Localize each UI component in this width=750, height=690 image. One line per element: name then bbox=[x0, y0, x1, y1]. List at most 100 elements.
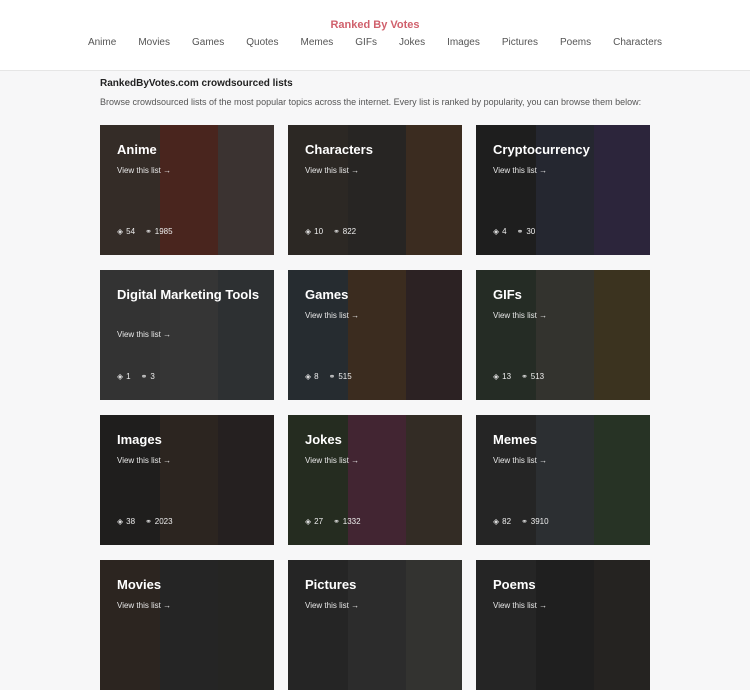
view-list-link[interactable]: View this list → bbox=[117, 601, 171, 610]
view-list-link[interactable]: View this list → bbox=[493, 166, 547, 175]
lists-count: ◈ 10 bbox=[305, 227, 323, 236]
card-stats: ◈ 54 ⚭ 1985 bbox=[117, 227, 173, 236]
layers-icon: ◈ bbox=[305, 371, 312, 381]
lists-count-value: 1 bbox=[126, 372, 131, 381]
nav-link-poems[interactable]: Poems bbox=[560, 37, 591, 48]
card-title: Movies bbox=[117, 577, 162, 592]
lists-count: ◈ 1 bbox=[117, 372, 131, 381]
lists-count-value: 13 bbox=[502, 372, 512, 381]
category-card-movies[interactable]: Movies View this list → bbox=[100, 560, 274, 690]
card-title: Games bbox=[305, 287, 349, 302]
category-card-characters[interactable]: Characters View this list → ◈ 10 ⚭ 822 bbox=[288, 125, 462, 255]
links-count-value: 513 bbox=[530, 372, 545, 381]
view-list-link[interactable]: View this list → bbox=[305, 166, 359, 175]
lists-count: ◈ 38 bbox=[117, 517, 135, 526]
links-count: ⚭ 2023 bbox=[145, 517, 173, 526]
main-nav: Anime Movies Games Quotes Memes GIFs Jok… bbox=[0, 37, 750, 48]
category-card-games[interactable]: Games View this list → ◈ 8 ⚭ 515 bbox=[288, 270, 462, 400]
card-title: Digital Marketing Tools bbox=[117, 287, 260, 302]
view-list-link[interactable]: View this list → bbox=[493, 601, 547, 610]
view-list-link[interactable]: View this list → bbox=[305, 311, 359, 320]
link-icon: ⚭ bbox=[516, 226, 524, 236]
lists-count-value: 38 bbox=[126, 517, 136, 526]
category-card-digital-marketing-tools[interactable]: Digital Marketing Tools View this list → ◈… bbox=[100, 270, 274, 400]
view-list-link[interactable]: View this list → bbox=[305, 601, 359, 610]
view-list-link[interactable]: View this list → bbox=[305, 456, 359, 465]
layers-icon: ◈ bbox=[117, 516, 124, 526]
page-description: Browse crowdsourced lists of the most po… bbox=[100, 97, 642, 107]
card-title: Characters bbox=[305, 142, 373, 157]
nav-link-quotes[interactable]: Quotes bbox=[246, 37, 278, 48]
card-title: Memes bbox=[493, 432, 538, 447]
site-logo-link[interactable]: Ranked By Votes bbox=[0, 19, 750, 31]
card-stats: ◈ 8 ⚭ 515 bbox=[305, 372, 352, 381]
nav-link-pictures[interactable]: Pictures bbox=[502, 37, 538, 48]
category-card-jokes[interactable]: Jokes View this list → ◈ 27 ⚭ 1332 bbox=[288, 415, 462, 545]
card-stats: ◈ 82 ⚭ 3910 bbox=[493, 517, 549, 526]
view-list-link[interactable]: View this list → bbox=[493, 456, 547, 465]
category-card-anime[interactable]: Anime View this list → ◈ 54 ⚭ 1985 bbox=[100, 125, 274, 255]
card-stats: ◈ 38 ⚭ 2023 bbox=[117, 517, 173, 526]
lists-count-value: 8 bbox=[314, 372, 319, 381]
nav-link-images[interactable]: Images bbox=[447, 37, 480, 48]
layers-icon: ◈ bbox=[493, 226, 500, 236]
site-header: Ranked By Votes Anime Movies Games Quote… bbox=[0, 0, 750, 71]
card-title: GIFs bbox=[493, 287, 522, 302]
card-stats: ◈ 4 ⚭ 30 bbox=[493, 227, 535, 236]
nav-link-jokes[interactable]: Jokes bbox=[399, 37, 425, 48]
view-list-link[interactable]: View this list → bbox=[117, 330, 171, 339]
link-icon: ⚭ bbox=[521, 516, 528, 526]
card-stats: ◈ 1 ⚭ 3 bbox=[117, 372, 155, 381]
link-icon: ⚭ bbox=[333, 226, 340, 236]
links-count: ⚭ 513 bbox=[521, 372, 544, 381]
links-count: ⚭ 1985 bbox=[145, 227, 173, 236]
card-stats: ◈ 13 ⚭ 513 bbox=[493, 372, 544, 381]
category-card-cryptocurrency[interactable]: Cryptocurrency View this list → ◈ 4 ⚭ 30 bbox=[476, 125, 650, 255]
nav-link-anime[interactable]: Anime bbox=[88, 37, 116, 48]
lists-count-value: 4 bbox=[502, 227, 507, 236]
nav-link-movies[interactable]: Movies bbox=[138, 37, 170, 48]
link-icon: ⚭ bbox=[333, 516, 340, 526]
lists-count: ◈ 13 bbox=[493, 372, 511, 381]
lists-count: ◈ 54 bbox=[117, 227, 135, 236]
links-count-value: 1985 bbox=[154, 227, 173, 236]
view-list-link[interactable]: View this list → bbox=[493, 311, 547, 320]
lists-count: ◈ 82 bbox=[493, 517, 511, 526]
link-icon: ⚭ bbox=[328, 371, 336, 381]
nav-link-gifs[interactable]: GIFs bbox=[355, 37, 377, 48]
links-count-value: 3910 bbox=[530, 517, 549, 526]
card-stats: ◈ 10 ⚭ 822 bbox=[305, 227, 356, 236]
card-title: Jokes bbox=[305, 432, 342, 447]
card-title: Images bbox=[117, 432, 162, 447]
lists-count-value: 54 bbox=[126, 227, 136, 236]
category-card-pictures[interactable]: Pictures View this list → bbox=[288, 560, 462, 690]
layers-icon: ◈ bbox=[117, 226, 124, 236]
links-count: ⚭ 30 bbox=[517, 227, 536, 236]
category-card-memes[interactable]: Memes View this list → ◈ 82 ⚭ 3910 bbox=[476, 415, 650, 545]
lists-count-value: 10 bbox=[314, 227, 324, 236]
nav-link-characters[interactable]: Characters bbox=[613, 37, 662, 48]
view-list-link[interactable]: View this list → bbox=[117, 456, 171, 465]
links-count-value: 2023 bbox=[154, 517, 173, 526]
lists-count: ◈ 27 bbox=[305, 517, 323, 526]
nav-link-games[interactable]: Games bbox=[192, 37, 224, 48]
link-icon: ⚭ bbox=[521, 371, 528, 381]
card-title: Pictures bbox=[305, 577, 357, 592]
category-card-poems[interactable]: Poems View this list → bbox=[476, 560, 650, 690]
links-count: ⚭ 3910 bbox=[521, 517, 549, 526]
category-card-images[interactable]: Images View this list → ◈ 38 ⚭ 2023 bbox=[100, 415, 274, 545]
lists-count-value: 27 bbox=[314, 517, 324, 526]
links-count-value: 1332 bbox=[342, 517, 361, 526]
lists-count: ◈ 8 bbox=[305, 372, 319, 381]
links-count-value: 30 bbox=[526, 227, 536, 236]
links-count-value: 515 bbox=[338, 372, 352, 381]
links-count-value: 822 bbox=[342, 227, 357, 236]
nav-link-memes[interactable]: Memes bbox=[300, 37, 333, 48]
category-card-gifs[interactable]: GIFs View this list → ◈ 13 ⚭ 513 bbox=[476, 270, 650, 400]
card-title: Cryptocurrency bbox=[493, 142, 590, 157]
card-title: Anime bbox=[117, 142, 157, 157]
links-count: ⚭ 822 bbox=[333, 227, 356, 236]
view-list-link[interactable]: View this list → bbox=[117, 166, 171, 175]
layers-icon: ◈ bbox=[305, 516, 312, 526]
links-count: ⚭ 515 bbox=[329, 372, 352, 381]
